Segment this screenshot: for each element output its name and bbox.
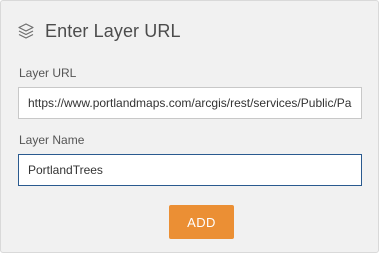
layer-name-label: Layer Name [19, 133, 85, 147]
layer-url-label: Layer URL [19, 66, 77, 80]
add-button[interactable]: ADD [169, 205, 234, 239]
panel-header: Enter Layer URL [17, 19, 181, 43]
layers-icon [17, 22, 35, 40]
panel-title: Enter Layer URL [45, 20, 181, 41]
layer-name-input[interactable] [18, 154, 362, 186]
layer-url-input[interactable] [18, 87, 362, 119]
enter-layer-url-panel: Enter Layer URL Layer URL Layer Name ADD [0, 0, 379, 253]
